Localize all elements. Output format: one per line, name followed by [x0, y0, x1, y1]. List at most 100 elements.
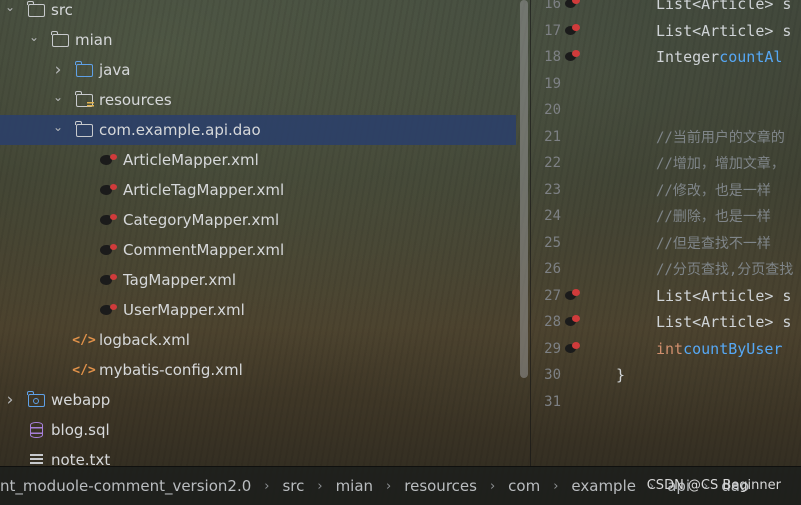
tree-item-label: resources — [99, 91, 172, 109]
mybatis-navigate-icon[interactable] — [565, 314, 581, 328]
tree-item-label: java — [99, 61, 131, 79]
tree-item-label: logback.xml — [99, 331, 190, 349]
tree-item-label: CommentMapper.xml — [123, 241, 285, 259]
tree-item[interactable]: CategoryMapper.xml — [0, 205, 516, 235]
tree-item[interactable]: › webapp — [0, 385, 516, 415]
code-line[interactable]: //增加，增加文章， — [656, 150, 785, 176]
tree-item[interactable]: ⌄ src — [0, 0, 516, 25]
chevron-down-icon[interactable]: ⌄ — [50, 90, 66, 104]
line-number: 22 — [544, 155, 561, 171]
code-token: countAl — [719, 48, 783, 66]
mybatis-xml-icon — [98, 241, 118, 259]
code-token: //增加，增加文章， — [656, 156, 785, 172]
resources-folder-icon — [74, 90, 94, 109]
web-folder-icon — [26, 390, 46, 409]
code-token: List<Article> s — [656, 313, 792, 331]
folder-icon — [74, 120, 94, 139]
code-line[interactable]: List<Article> s — [656, 18, 791, 44]
tree-item[interactable]: </> logback.xml — [0, 325, 516, 355]
tree-item[interactable]: ⌄ resources — [0, 85, 516, 115]
breadcrumb-item[interactable]: nt_moduole-comment_version2.0 — [0, 477, 251, 495]
mybatis-navigate-icon[interactable] — [565, 288, 581, 302]
code-token: } — [616, 366, 626, 384]
code-token: //但是查找不一样 — [656, 235, 771, 252]
line-number: 23 — [544, 181, 561, 198]
line-number: 20 — [544, 102, 561, 118]
code-line[interactable]: //删除，也是一样 — [656, 203, 771, 229]
chevron-right-icon[interactable]: › — [50, 60, 66, 80]
tree-item[interactable]: blog.sql — [0, 415, 516, 445]
source-folder-icon — [74, 60, 94, 79]
code-token: List<Article> s — [656, 21, 792, 40]
mybatis-xml-icon — [98, 181, 118, 199]
breadcrumb-item[interactable]: example — [571, 477, 636, 495]
mybatis-navigate-icon[interactable] — [565, 0, 581, 10]
code-token: List<Article> s — [656, 286, 792, 305]
code-line[interactable]: List<Article> s — [656, 309, 791, 335]
code-token: List<Article> s — [656, 0, 792, 13]
breadcrumb-item[interactable]: resources — [404, 477, 477, 495]
tree-item[interactable]: ArticleMapper.xml — [0, 145, 516, 175]
folder-icon — [50, 30, 70, 49]
code-token: //删除，也是一样 — [656, 209, 771, 225]
line-number: 27 — [544, 287, 561, 304]
breadcrumb-separator-icon: › — [264, 478, 270, 494]
tree-item[interactable]: ⌄ com.example.api.dao — [0, 115, 516, 145]
mybatis-xml-icon — [98, 211, 118, 229]
project-tree-panel[interactable]: ⌄ src ⌄ mian › java ⌄ resources ⌄ com.example.api… — [0, 0, 530, 469]
tree-item[interactable]: </> mybatis-config.xml — [0, 355, 516, 385]
line-number: 24 — [544, 208, 561, 224]
breadcrumb-item[interactable]: mian — [336, 477, 373, 495]
chevron-right-icon[interactable]: › — [2, 390, 18, 410]
code-line[interactable]: int countByUser — [656, 336, 782, 362]
tree-item[interactable]: TagMapper.xml — [0, 265, 516, 295]
breadcrumb-separator-icon: › — [317, 478, 323, 494]
tree-item[interactable]: › java — [0, 55, 516, 85]
chevron-down-icon[interactable]: ⌄ — [2, 0, 18, 14]
tree-item-label: src — [51, 1, 73, 19]
code-line[interactable]: //分页查找,分页查找 — [656, 256, 793, 282]
mybatis-xml-icon — [98, 271, 118, 289]
code-line[interactable]: //当前用户的文章的 — [656, 124, 785, 150]
code-token: //分页查找,分页查找 — [656, 262, 794, 278]
line-number: 21 — [544, 128, 561, 145]
line-number: 30 — [544, 367, 561, 383]
watermark-text: CSDN @CS Beginner — [646, 478, 781, 493]
project-tree-scrollbar[interactable] — [520, 0, 528, 378]
tree-item-label: CategoryMapper.xml — [123, 211, 280, 229]
breadcrumb-separator-icon: › — [489, 478, 496, 494]
mybatis-navigate-icon[interactable] — [565, 23, 581, 37]
code-editor[interactable]: 16 List<Article> s 17 List<Article> s 18 Inte… — [531, 0, 801, 466]
breadcrumb-separator-icon: › — [553, 478, 559, 494]
line-number: 17 — [544, 22, 561, 39]
breadcrumb-item[interactable]: src — [282, 477, 304, 495]
line-number: 26 — [544, 261, 561, 277]
line-number: 19 — [544, 75, 561, 92]
breadcrumb-separator-icon: › — [386, 478, 392, 494]
code-token: //修改，也是一样 — [656, 182, 771, 199]
mybatis-navigate-icon[interactable] — [565, 49, 581, 63]
tree-item[interactable]: ⌄ mian — [0, 25, 516, 55]
tree-item-label: ArticleTagMapper.xml — [123, 181, 285, 199]
mybatis-xml-icon — [98, 151, 118, 169]
code-line[interactable]: } — [616, 362, 625, 388]
code-token: Integer — [656, 48, 720, 66]
folder-icon — [26, 0, 46, 19]
tree-item[interactable]: CommentMapper.xml — [0, 235, 516, 265]
tree-item-label: ArticleMapper.xml — [123, 151, 259, 169]
tree-item[interactable]: UserMapper.xml — [0, 295, 516, 325]
line-number: 16 — [544, 0, 561, 12]
line-number: 31 — [544, 393, 561, 410]
breadcrumb-item[interactable]: com — [508, 477, 540, 495]
tree-item[interactable]: ArticleTagMapper.xml — [0, 175, 516, 205]
chevron-down-icon[interactable]: ⌄ — [50, 120, 66, 134]
code-line[interactable]: //修改，也是一样 — [656, 177, 771, 203]
chevron-down-icon[interactable]: ⌄ — [26, 30, 42, 44]
code-line[interactable]: Integer countAl — [656, 44, 782, 70]
tree-item-label: webapp — [51, 391, 111, 409]
code-line[interactable]: List<Article> s — [656, 283, 791, 309]
code-line[interactable]: List<Article> s — [656, 0, 791, 17]
line-number: 18 — [544, 49, 561, 65]
mybatis-navigate-icon[interactable] — [565, 341, 581, 355]
code-line[interactable]: //但是查找不一样 — [656, 230, 771, 256]
